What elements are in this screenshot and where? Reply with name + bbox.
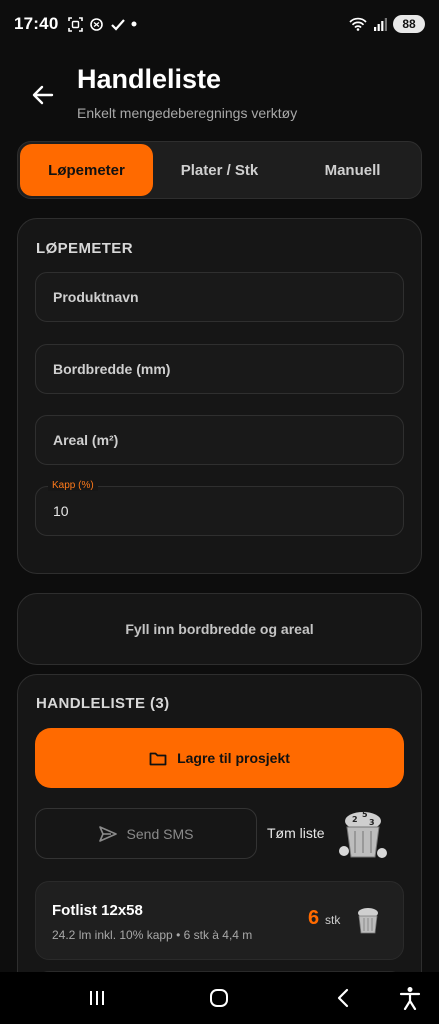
item-unit: stk bbox=[325, 913, 341, 927]
kapp-label: Kapp (%) bbox=[48, 480, 98, 491]
status-time: 17:40 bbox=[14, 14, 59, 33]
trash-bin-icon[interactable]: 2 5 3 bbox=[338, 805, 388, 861]
wifi-icon bbox=[349, 17, 367, 31]
tab-lopemeter[interactable]: Løpemeter bbox=[20, 144, 153, 196]
battery-icon: 88 bbox=[393, 15, 425, 33]
accessibility-button[interactable] bbox=[397, 986, 423, 1010]
chatgpt-icon bbox=[89, 17, 104, 32]
home-button[interactable] bbox=[206, 986, 232, 1010]
board-width-input[interactable]: Bordbredde (mm) bbox=[35, 344, 404, 394]
folder-icon bbox=[149, 752, 167, 765]
item-description: 24.2 lm inkl. 10% kapp • 6 stk à 4,4 m bbox=[52, 928, 253, 942]
system-nav-bar bbox=[0, 972, 439, 1024]
recent-apps-icon bbox=[90, 991, 104, 1005]
accessibility-icon bbox=[399, 987, 421, 1010]
arrow-left-icon bbox=[32, 85, 54, 105]
app-header: Handleliste Enkelt mengedeberegnings ver… bbox=[0, 60, 439, 130]
tab-plater-stk[interactable]: Plater / Stk bbox=[153, 144, 286, 196]
lopemeter-section-title: LØPEMETER bbox=[36, 240, 133, 257]
item-name: Fotlist 12x58 bbox=[52, 902, 143, 919]
dot-icon bbox=[131, 21, 137, 27]
save-to-project-button[interactable]: Lagre til prosjekt bbox=[35, 728, 404, 788]
area-input[interactable]: Areal (m²) bbox=[35, 415, 404, 465]
page-title: Handleliste bbox=[77, 64, 222, 94]
kapp-value: 10 bbox=[53, 503, 69, 519]
svg-text:3: 3 bbox=[369, 818, 375, 827]
mode-tabs: Løpemeter Plater / Stk Manuell bbox=[17, 141, 422, 199]
svg-text:2: 2 bbox=[352, 815, 358, 824]
save-button-label: Lagre til prosjekt bbox=[177, 750, 290, 766]
status-icons-left bbox=[68, 16, 137, 32]
status-bar: 17:40 88 bbox=[0, 0, 439, 48]
back-button[interactable] bbox=[28, 80, 58, 110]
send-sms-label: Send SMS bbox=[126, 825, 194, 842]
recent-apps-button[interactable] bbox=[84, 986, 110, 1010]
list-item[interactable]: Fotlist 12x58 24.2 lm inkl. 10% kapp • 6… bbox=[35, 881, 404, 960]
svg-text:5: 5 bbox=[362, 810, 368, 819]
shopping-list-card: HANDLELISTE (3) Lagre til prosjekt Send … bbox=[17, 674, 422, 1004]
send-icon bbox=[98, 825, 117, 842]
kapp-input[interactable]: Kapp (%) 10 bbox=[35, 480, 404, 536]
product-name-input[interactable]: Produktnavn bbox=[35, 272, 404, 322]
item-quantity: 6 bbox=[308, 907, 320, 929]
check-icon bbox=[110, 17, 126, 32]
status-icons-right: 88 bbox=[349, 15, 425, 33]
home-icon bbox=[210, 989, 228, 1007]
shopping-list-title: HANDLELISTE (3) bbox=[36, 695, 170, 712]
info-message: Fyll inn bordbredde og areal bbox=[125, 621, 314, 637]
chevron-left-icon bbox=[337, 988, 349, 1008]
item-delete-icon[interactable] bbox=[355, 905, 381, 935]
signal-icon bbox=[373, 17, 387, 31]
clear-list-button[interactable]: Tøm liste bbox=[267, 825, 325, 841]
page-subtitle: Enkelt mengedeberegnings verktøy bbox=[77, 105, 298, 121]
info-card: Fyll inn bordbredde og areal bbox=[17, 593, 422, 665]
tab-manuell[interactable]: Manuell bbox=[286, 144, 419, 196]
back-nav-button[interactable] bbox=[330, 986, 356, 1010]
lopemeter-card: LØPEMETER Produktnavn Bordbredde (mm) Ar… bbox=[17, 218, 422, 574]
screenshot-icon bbox=[68, 16, 84, 32]
send-sms-button[interactable]: Send SMS bbox=[35, 808, 257, 859]
